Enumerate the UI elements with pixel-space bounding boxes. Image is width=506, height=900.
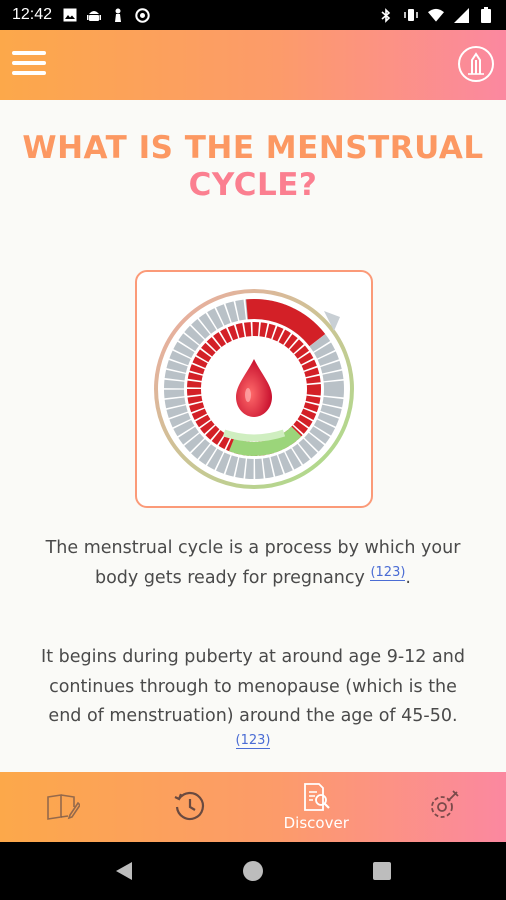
book-edit-icon <box>47 794 81 820</box>
citation-link[interactable]: (123) <box>235 732 271 749</box>
citation-link[interactable]: (123) <box>370 564 406 581</box>
recents-square-icon[interactable] <box>372 861 392 881</box>
hamburger-menu-icon[interactable] <box>12 51 48 79</box>
home-circle-icon[interactable] <box>241 859 265 883</box>
page-title: WHAT IS THE MENSTRUAL CYCLE? <box>20 130 486 204</box>
app-bar <box>0 30 506 100</box>
bottom-nav: Discover <box>0 772 506 842</box>
battery-icon <box>478 7 494 23</box>
nav-label-discover: Discover <box>283 814 349 832</box>
intro-paragraph-suffix: . <box>405 567 411 588</box>
nav-item-history[interactable] <box>127 772 254 842</box>
page-title-line-2: CYCLE? <box>188 167 318 203</box>
page-title-line-1: WHAT IS THE MENSTRUAL <box>22 130 484 166</box>
image-icon <box>62 7 78 23</box>
chess-pawn-icon <box>110 7 126 23</box>
nav-item-settings[interactable] <box>380 772 506 842</box>
intro-paragraph: The menstrual cycle is a process by whic… <box>40 534 466 593</box>
status-bar: 12:42 <box>0 0 506 30</box>
circle-r-icon <box>134 7 150 23</box>
android-icon <box>86 7 102 23</box>
article-content: WHAT IS THE MENSTRUAL CYCLE? The menstru… <box>0 100 506 772</box>
settings-gear-icon <box>430 790 459 818</box>
system-nav-bar <box>0 842 506 900</box>
history-clock-icon <box>174 791 204 821</box>
nav-item-discover[interactable]: Discover <box>253 772 380 842</box>
vibrate-icon <box>403 7 419 23</box>
back-triangle-icon[interactable] <box>114 860 134 882</box>
discover-document-search-icon <box>304 783 331 811</box>
puberty-paragraph-text: It begins during puberty at around age 9… <box>41 647 465 726</box>
wifi-icon <box>428 7 444 23</box>
signal-icon <box>453 7 469 23</box>
pen-logo-icon[interactable] <box>458 46 494 82</box>
puberty-paragraph: It begins during puberty at around age 9… <box>40 643 466 761</box>
bluetooth-icon <box>378 7 394 23</box>
menstrual-cycle-wheel-icon <box>154 289 354 489</box>
nav-item-journal[interactable] <box>0 772 127 842</box>
status-time: 12:42 <box>12 6 53 23</box>
cycle-illustration-card <box>135 270 373 508</box>
